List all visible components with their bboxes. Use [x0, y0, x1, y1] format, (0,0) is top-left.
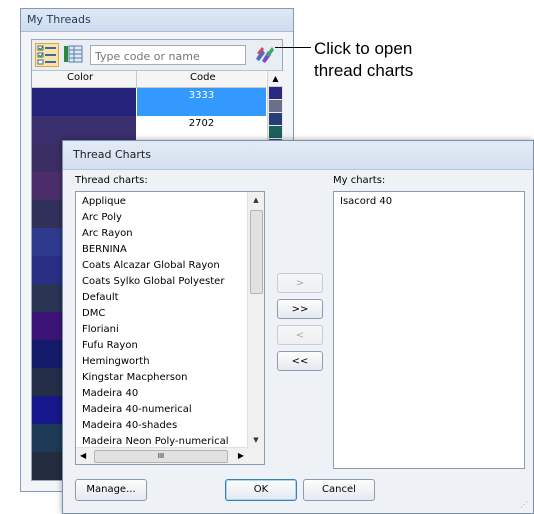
thread-charts-dialog: Thread Charts Thread charts: My charts: …	[62, 140, 534, 514]
scroll-down-icon[interactable]: ▼	[248, 432, 264, 448]
mini-swatch	[269, 100, 282, 112]
thread-chart-item[interactable]: Madeira 40-shades	[76, 418, 264, 434]
column-header-color[interactable]: Color	[67, 72, 93, 83]
my-charts-label: My charts:	[333, 175, 386, 186]
thread-chart-item[interactable]: Floriani	[76, 322, 264, 338]
scrollbar-corner	[248, 448, 264, 464]
scroll-left-icon[interactable]: ◀	[80, 451, 86, 460]
manage-button[interactable]: Manage...	[75, 479, 147, 501]
thread-chart-item[interactable]: Arc Poly	[76, 210, 264, 226]
my-charts-list[interactable]: Isacord 40	[333, 191, 525, 469]
thread-row[interactable]: 3333	[32, 88, 266, 116]
thread-chart-item[interactable]: BERNINA	[76, 242, 264, 258]
cancel-button[interactable]: Cancel	[303, 479, 375, 501]
thread-charts-items: Applique Arc Poly Arc Rayon BERNINA Coats Al…	[76, 192, 264, 450]
scroll-up-icon[interactable]: ▲	[268, 71, 283, 87]
callout-text: Click to open thread charts	[314, 38, 413, 82]
thread-chart-item[interactable]: Arc Rayon	[76, 226, 264, 242]
hscroll-grip: III	[157, 452, 165, 460]
dialog-title: Thread Charts	[63, 141, 533, 170]
add-chart-button[interactable]: >	[277, 273, 323, 293]
remove-all-charts-button[interactable]: <<	[277, 351, 323, 371]
thread-chart-item[interactable]: Coats Sylko Global Polyester	[76, 274, 264, 290]
thread-charts-list[interactable]: Applique Arc Poly Arc Rayon BERNINA Coats Al…	[75, 191, 265, 465]
thread-chart-item[interactable]: DMC	[76, 306, 264, 322]
thread-chart-item[interactable]: Madeira 40-numerical	[76, 402, 264, 418]
mini-swatch	[269, 113, 282, 125]
column-header-code[interactable]: Code	[190, 72, 216, 83]
list-vertical-scrollbar[interactable]: ▲ ▼	[247, 192, 264, 448]
thread-charts-button[interactable]	[35, 43, 59, 67]
thread-charts-label: Thread charts:	[75, 175, 148, 186]
color-grid-icon[interactable]	[62, 43, 86, 67]
thread-color-swatch	[32, 88, 136, 116]
scroll-thumb[interactable]	[250, 210, 263, 294]
column-divider	[136, 71, 137, 87]
ok-button[interactable]: OK	[225, 479, 297, 501]
mini-swatch	[269, 87, 282, 99]
thread-code: 3333	[137, 88, 266, 116]
scroll-right-icon[interactable]: ▶	[238, 451, 244, 460]
my-threads-title: My Threads	[21, 9, 293, 32]
list-horizontal-scrollbar[interactable]: ◀ III ▶	[76, 447, 248, 464]
thread-chart-item[interactable]: Fufu Rayon	[76, 338, 264, 354]
thread-chart-item[interactable]: Applique	[76, 194, 264, 210]
threads-toolbar	[32, 40, 282, 71]
thread-chart-item[interactable]: Hemingworth	[76, 354, 264, 370]
threads-grid-header: Color Code	[32, 71, 266, 88]
resize-grip-icon[interactable]: ⋰	[520, 500, 530, 510]
add-all-charts-button[interactable]: >>	[277, 299, 323, 319]
checklist-icon	[37, 45, 56, 65]
callout-line	[275, 47, 311, 48]
search-input[interactable]	[93, 47, 247, 65]
thread-filter-icon[interactable]	[252, 43, 276, 67]
thread-chart-item[interactable]: Kingstar Macpherson	[76, 370, 264, 386]
thread-chart-item[interactable]: Madeira 40	[76, 386, 264, 402]
hscroll-thumb[interactable]: III	[94, 450, 228, 463]
my-charts-items: Isacord 40	[334, 192, 524, 210]
my-chart-item[interactable]: Isacord 40	[334, 194, 524, 210]
mini-swatch	[269, 126, 282, 138]
thread-chart-item[interactable]: Coats Alcazar Global Rayon	[76, 258, 264, 274]
remove-chart-button[interactable]: <	[277, 325, 323, 345]
callout-line-1: Click to open	[314, 39, 413, 58]
search-field[interactable]	[90, 45, 247, 65]
thread-chart-item[interactable]: Default	[76, 290, 264, 306]
scroll-up-icon[interactable]: ▲	[248, 192, 264, 208]
callout-line-2: thread charts	[314, 61, 414, 80]
